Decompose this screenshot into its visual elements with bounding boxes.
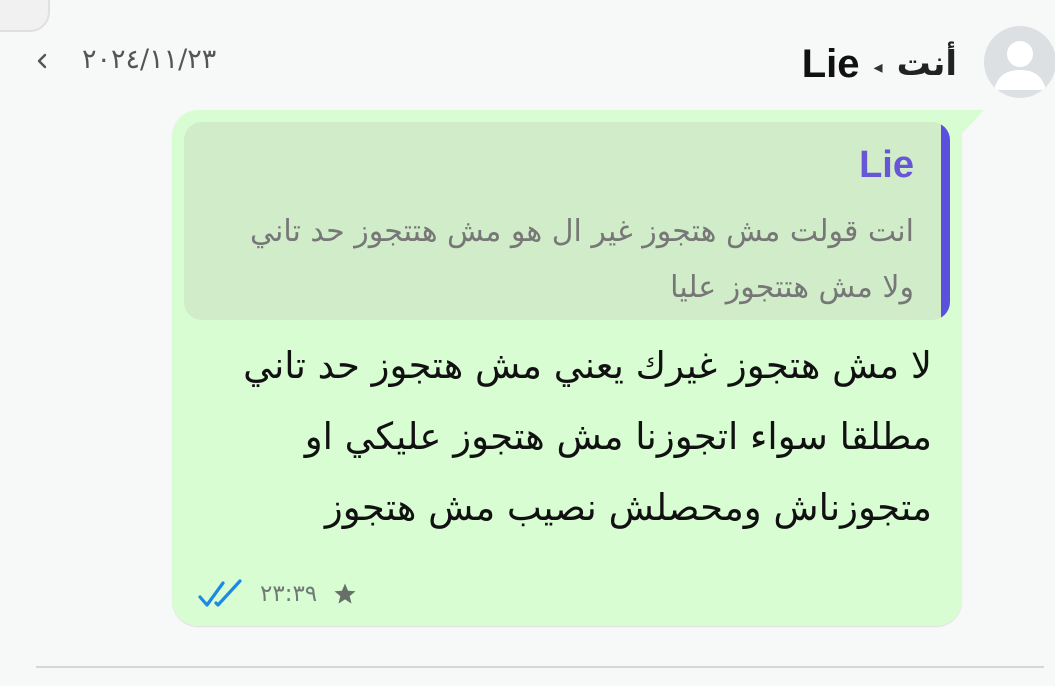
quoted-message[interactable]: Lie انت قولت مش هتجوز غير ال هو مش هتتجو… <box>184 122 950 320</box>
message-text: لا مش هتجوز غيرك يعني مش هتجوز حد تاني م… <box>243 344 932 529</box>
quoted-author: Lie <box>859 144 914 186</box>
message-date: ٢٠٢٤/١١/٢٣ <box>82 44 217 75</box>
quote-accent-bar <box>941 122 950 320</box>
message-header: أنت ◂ Lie <box>802 36 957 92</box>
star-icon <box>334 583 356 604</box>
message-time: ٢٣:٣٩ <box>260 581 318 607</box>
message-meta: ٢٣:٣٩ <box>196 574 359 614</box>
message-info-screen: أنت ◂ Lie ٢٠٢٤/١١/٢٣ Lie انت قولت مش هتج… <box>0 0 1055 686</box>
quoted-text: انت قولت مش هتجوز غير ال هو مش هتتجوز حد… <box>250 214 914 305</box>
avatar[interactable] <box>984 26 1055 98</box>
chevron-left-icon[interactable] <box>30 46 54 76</box>
previous-card-edge <box>0 0 50 32</box>
arrow-left-icon: ◂ <box>873 56 883 78</box>
sender-label: أنت <box>896 44 957 84</box>
divider <box>36 666 1044 668</box>
double-check-icon <box>198 579 242 607</box>
default-avatar-icon <box>994 41 1046 90</box>
bubble-tail <box>950 110 984 132</box>
recipient-name[interactable]: Lie <box>802 42 860 87</box>
